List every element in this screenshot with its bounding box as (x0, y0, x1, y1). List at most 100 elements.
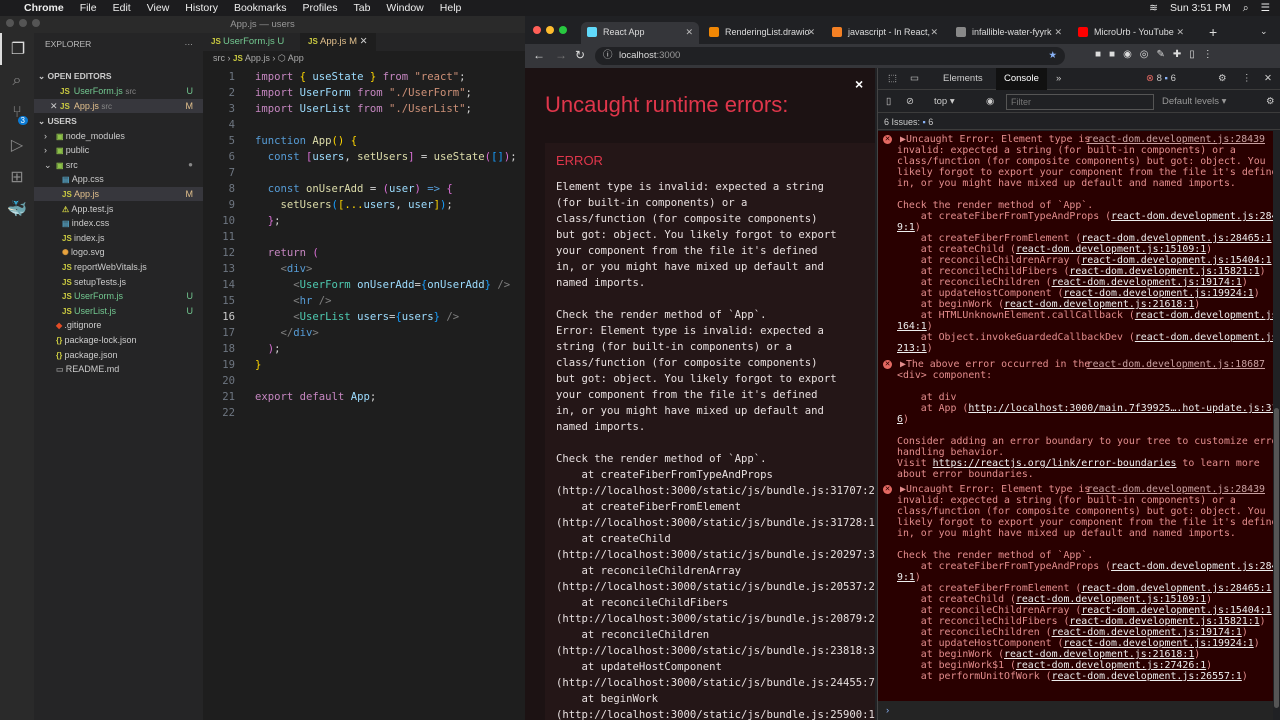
error-count[interactable]: ⊗ 8 ▪ 6 (1138, 68, 1184, 90)
tab-console[interactable]: Console (996, 68, 1047, 90)
stack-link[interactable]: react-dom.development.js:19174:1 (1052, 627, 1242, 638)
clock[interactable]: Sun 3:51 PM (1170, 2, 1231, 14)
close-tab-icon[interactable]: ✕ (930, 22, 938, 42)
file-tree-item[interactable]: JS index.js (34, 231, 203, 245)
code-line[interactable]: <div> (255, 261, 313, 277)
code-line[interactable]: import { useState } from "react"; (255, 69, 466, 85)
project-header[interactable]: ⌄ USERS (34, 114, 203, 128)
file-tree-item[interactable]: JS reportWebVitals.js (34, 260, 203, 274)
stack-link[interactable]: react-dom.development.js:15821:1 (1069, 266, 1259, 277)
window-controls[interactable] (533, 26, 572, 36)
search-icon[interactable]: ⌕ (0, 65, 34, 97)
more-tabs-button[interactable]: » (1048, 68, 1069, 90)
console-prompt[interactable]: › (878, 701, 1273, 720)
stack-link[interactable]: react-dom.development.js:4 (1135, 332, 1273, 343)
run-debug-icon[interactable]: ▷ (0, 129, 34, 161)
tab-userform[interactable]: JS UserForm.js U (203, 33, 292, 51)
browser-tab[interactable]: MicroUrb - YouTube ✕ (1072, 22, 1190, 44)
close-tab-icon[interactable]: ✕ (1054, 22, 1062, 42)
stack-link[interactable]: 9:1 (897, 572, 915, 583)
stack-link[interactable]: react-dom.development.js:28465:1 (1081, 583, 1271, 594)
issues-bar[interactable]: 6 Issues: ▪ 6 (878, 114, 1280, 130)
file-tree-item[interactable]: JS UserForm.js U (34, 289, 203, 303)
site-info-icon[interactable]: ⓘ (603, 47, 613, 65)
code-line[interactable]: return ( (255, 245, 319, 261)
code-line[interactable]: const [users, setUsers] = useState([]); (255, 149, 517, 165)
clear-console-icon[interactable]: ⊘ (898, 91, 922, 113)
stack-link[interactable]: https://reactjs.org/link/error-boundarie… (933, 458, 1177, 469)
menu-window[interactable]: Window (386, 2, 423, 14)
code-line[interactable]: <UserList users={users} /> (255, 309, 459, 325)
new-tab-button[interactable]: + (1209, 24, 1217, 40)
stack-link[interactable]: react-dom.development.js:15404:1 (1081, 605, 1271, 616)
bookmark-star-icon[interactable]: ★ (1048, 47, 1057, 65)
code-line[interactable]: </div> (255, 325, 319, 341)
file-tree-item[interactable]: JS setupTests.js (34, 275, 203, 289)
stack-link[interactable]: react-dom.development.js:21618:1 (1004, 299, 1194, 310)
stack-link[interactable]: 213:1 (897, 343, 927, 354)
file-tree-item[interactable]: {} package-lock.json (34, 333, 203, 347)
menu-file[interactable]: File (80, 2, 97, 14)
stack-link[interactable]: react-dom.development.js:21618:1 (1004, 649, 1194, 660)
stack-link[interactable]: http://localhost:3000/main.7f39925….hot-… (968, 403, 1273, 414)
code-line[interactable]: import UserList from "./UserList"; (255, 101, 472, 117)
code-line[interactable]: }; (255, 213, 281, 229)
open-editors-header[interactable]: ⌄ OPEN EDITORS (34, 69, 203, 83)
forward-button[interactable]: → (555, 48, 567, 62)
browser-tab[interactable]: RenderingList.drawio ✕ (703, 22, 821, 44)
stack-link[interactable]: react-dom.development.js:27426:1 (1016, 660, 1206, 671)
stack-link[interactable]: react-dom.development.js:15821:1 (1069, 616, 1259, 627)
wifi-icon[interactable]: ≋ (1149, 2, 1158, 14)
stack-link[interactable]: react-dom.development.js:28465:1 (1081, 233, 1271, 244)
code-line[interactable]: setUsers([...users, user]); (255, 197, 453, 213)
file-tree-item[interactable]: ⌄ ▣ src ● (34, 158, 203, 172)
file-tree-item[interactable]: › ▣ node_modules (34, 129, 203, 143)
stack-link[interactable]: react-dom.development.js:2843 (1111, 561, 1273, 572)
log-levels-select[interactable]: Default levels ▾ (1154, 91, 1234, 113)
open-editor-item[interactable]: JS UserForm.js src U (34, 84, 203, 98)
more-actions-button[interactable]: ··· (185, 37, 194, 51)
file-tree-item[interactable]: {} package.json (34, 348, 203, 362)
menu-view[interactable]: View (147, 2, 170, 14)
stack-link[interactable]: react-dom.development.js:19174:1 (1052, 277, 1242, 288)
browser-tab[interactable]: React App ✕ (581, 22, 699, 44)
settings-icon[interactable]: ⚙ (1210, 68, 1235, 90)
file-tree-item[interactable]: ▤ index.css (34, 216, 203, 230)
close-devtools-icon[interactable]: ✕ (1256, 68, 1280, 90)
stack-link[interactable]: react-dom.development.js:4 (1135, 310, 1273, 321)
browser-tab[interactable]: javascript - In React, ✕ (826, 22, 944, 44)
close-overlay-button[interactable]: × (855, 76, 863, 92)
reload-button[interactable]: ↻ (575, 48, 585, 62)
menu-help[interactable]: Help (440, 2, 462, 14)
control-center-icon[interactable]: ☰ (1261, 2, 1270, 14)
window-controls[interactable] (6, 16, 45, 33)
source-link[interactable]: react-dom.development.js:18687 (1087, 359, 1265, 370)
file-tree-item[interactable]: ⚠ App.test.js (34, 202, 203, 216)
menu-profiles[interactable]: Profiles (302, 2, 337, 14)
stack-link[interactable]: react-dom.development.js:26557:1 (1052, 671, 1242, 682)
stack-link[interactable]: react-dom.development.js:15404:1 (1081, 255, 1271, 266)
stack-link[interactable]: react-dom.development.js:15109:1 (1016, 594, 1206, 605)
console-scrollbar[interactable] (1274, 408, 1279, 708)
source-link[interactable]: react-dom.development.js:28439 (1087, 484, 1265, 495)
close-editor-icon[interactable]: ✕ (50, 101, 60, 111)
live-expression-icon[interactable]: ◉ (978, 91, 1002, 113)
menu-edit[interactable]: Edit (113, 2, 131, 14)
code-line[interactable]: <UserForm onUserAdd={onUserAdd} /> (255, 277, 510, 293)
back-button[interactable]: ← (533, 48, 545, 62)
file-tree-item[interactable]: ▭ README.md (34, 362, 203, 376)
source-link[interactable]: react-dom.development.js:28439 (1087, 134, 1265, 145)
code-line[interactable]: export default App; (255, 389, 376, 405)
file-tree-item[interactable]: JS UserList.js U (34, 304, 203, 318)
browser-tab[interactable]: infallible-water-fyyrk ✕ (950, 22, 1068, 44)
code-line[interactable]: function App() { (255, 133, 357, 149)
console-settings-icon[interactable]: ⚙ (1258, 91, 1280, 113)
tab-elements[interactable]: Elements (935, 68, 991, 90)
file-tree-item[interactable]: ▤ App.css (34, 172, 203, 186)
close-tab-icon[interactable]: ✕ (360, 36, 368, 47)
docker-icon[interactable]: 🐳 (0, 193, 34, 225)
stack-link[interactable]: react-dom.development.js:19924:1 (1063, 638, 1253, 649)
code-line[interactable]: import UserForm from "./UserForm"; (255, 85, 472, 101)
context-select[interactable]: top ▾ (926, 91, 963, 113)
close-tab-icon[interactable]: ✕ (1176, 22, 1184, 42)
